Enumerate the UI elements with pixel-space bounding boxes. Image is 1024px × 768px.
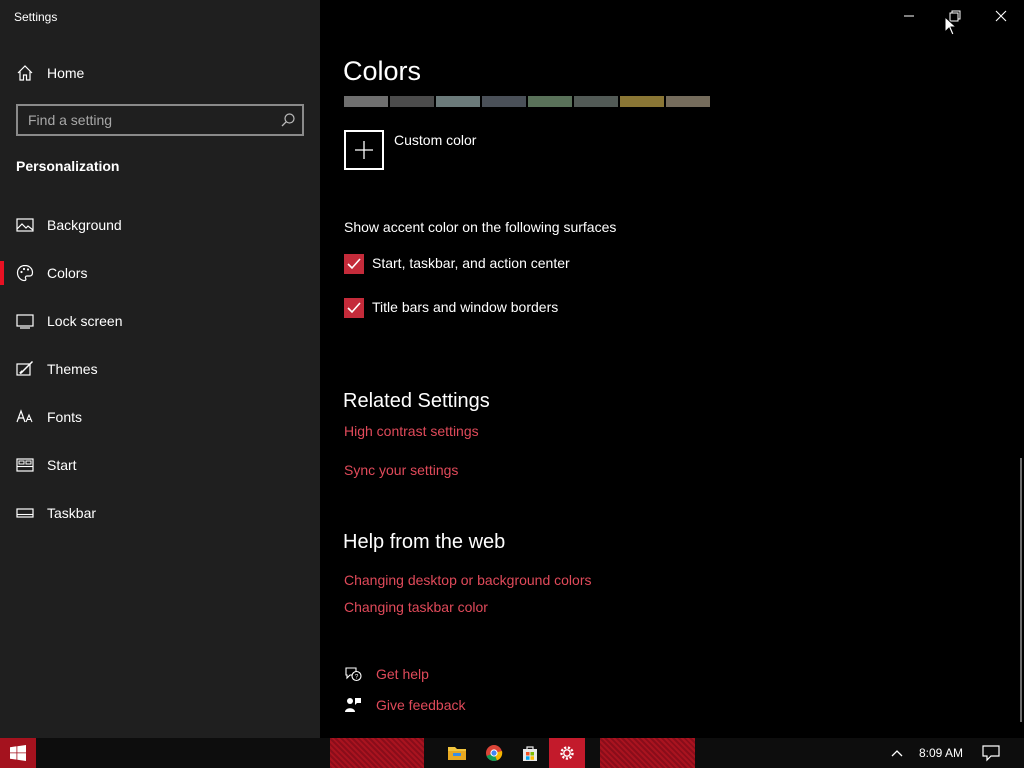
app-title: Settings — [14, 10, 58, 24]
give-feedback-link[interactable]: Give feedback — [376, 697, 466, 713]
svg-text:?: ? — [355, 673, 359, 680]
main-content: Colors Custom color Show accent color on… — [320, 0, 1024, 738]
close-icon — [995, 10, 1007, 22]
settings-taskbar-button[interactable] — [549, 738, 585, 768]
file-explorer-button[interactable] — [439, 738, 475, 768]
sidebar-item-label: Lock screen — [47, 313, 123, 329]
home-icon — [16, 64, 34, 82]
get-help-link[interactable]: Get help — [376, 666, 429, 682]
sidebar-item-label: Background — [47, 217, 122, 233]
taskbar-search-area[interactable] — [330, 738, 424, 768]
sidebar-item-label: Themes — [47, 361, 98, 377]
minimize-icon — [904, 15, 914, 17]
chevron-up-icon[interactable] — [886, 744, 908, 762]
help-link-background-colors[interactable]: Changing desktop or background colors — [344, 572, 592, 588]
chrome-icon — [486, 745, 503, 761]
store-icon — [523, 746, 537, 761]
lock-screen-icon — [16, 312, 34, 330]
related-settings-heading: Related Settings — [343, 390, 490, 412]
color-swatches — [344, 96, 710, 107]
scrollbar[interactable] — [1020, 458, 1022, 722]
start-button[interactable] — [0, 738, 36, 768]
custom-color-label[interactable]: Custom color — [394, 132, 476, 148]
high-contrast-link[interactable]: High contrast settings — [344, 423, 479, 439]
palette-icon — [16, 264, 34, 282]
get-help-icon: ? — [344, 665, 362, 683]
mouse-cursor-icon — [944, 16, 958, 36]
minimize-button[interactable] — [886, 0, 932, 32]
search-box[interactable] — [16, 104, 304, 136]
color-swatch[interactable] — [620, 96, 664, 107]
color-swatch[interactable] — [528, 96, 572, 107]
sidebar-item-colors[interactable]: Colors — [0, 253, 320, 293]
taskbar-clock[interactable]: 8:09 AM — [919, 746, 963, 760]
sidebar: Settings Home Personalization Background… — [0, 0, 320, 738]
color-swatch[interactable] — [436, 96, 480, 107]
start-icon — [16, 456, 34, 474]
sidebar-item-background[interactable]: Background — [0, 205, 320, 245]
nav-home[interactable]: Home — [0, 58, 320, 88]
picture-icon — [16, 216, 34, 234]
sidebar-item-start[interactable]: Start — [0, 445, 320, 485]
sidebar-item-taskbar[interactable]: Taskbar — [0, 493, 320, 533]
checkmark-icon — [347, 258, 361, 270]
checkbox-start-taskbar[interactable] — [344, 254, 364, 274]
color-swatch[interactable] — [344, 96, 388, 107]
taskbar-app-area[interactable] — [600, 738, 695, 768]
sidebar-item-label: Colors — [47, 265, 88, 281]
search-input[interactable] — [18, 106, 274, 134]
close-button[interactable] — [978, 0, 1024, 32]
surfaces-heading: Show accent color on the following surfa… — [344, 219, 617, 235]
taskbar-icon — [16, 504, 34, 522]
chrome-button[interactable] — [476, 738, 512, 768]
gear-icon — [560, 746, 574, 760]
plus-icon — [355, 141, 373, 159]
checkmark-icon — [347, 302, 361, 314]
page-title: Colors — [343, 56, 422, 86]
nav-home-label: Home — [47, 65, 85, 81]
sidebar-item-label: Taskbar — [47, 505, 97, 521]
store-button[interactable] — [512, 738, 548, 768]
checkbox-title-bars[interactable] — [344, 298, 364, 318]
notification-icon[interactable] — [980, 744, 1002, 762]
folder-icon — [448, 747, 466, 760]
sidebar-item-label: Start — [47, 457, 77, 473]
sync-settings-link[interactable]: Sync your settings — [344, 462, 458, 478]
color-swatch[interactable] — [482, 96, 526, 107]
checkbox-label[interactable]: Title bars and window borders — [372, 299, 558, 315]
section-title: Personalization — [16, 158, 120, 174]
checkbox-label[interactable]: Start, taskbar, and action center — [372, 255, 570, 271]
fonts-icon — [16, 408, 34, 426]
windows-logo-icon — [10, 745, 26, 761]
custom-color-button[interactable] — [344, 130, 384, 170]
color-swatch[interactable] — [390, 96, 434, 107]
help-link-taskbar-color[interactable]: Changing taskbar color — [344, 599, 488, 615]
color-swatch[interactable] — [666, 96, 710, 107]
sidebar-item-label: Fonts — [47, 409, 83, 425]
sidebar-item-lock-screen[interactable]: Lock screen — [0, 301, 320, 341]
color-swatch[interactable] — [574, 96, 618, 107]
search-icon[interactable] — [280, 112, 296, 128]
sidebar-item-themes[interactable]: Themes — [0, 349, 320, 389]
feedback-icon — [344, 696, 362, 714]
paintbrush-icon — [16, 360, 34, 378]
help-heading: Help from the web — [343, 531, 506, 553]
sidebar-item-fonts[interactable]: Fonts — [0, 397, 320, 437]
taskbar: 8:09 AM — [0, 738, 1024, 768]
